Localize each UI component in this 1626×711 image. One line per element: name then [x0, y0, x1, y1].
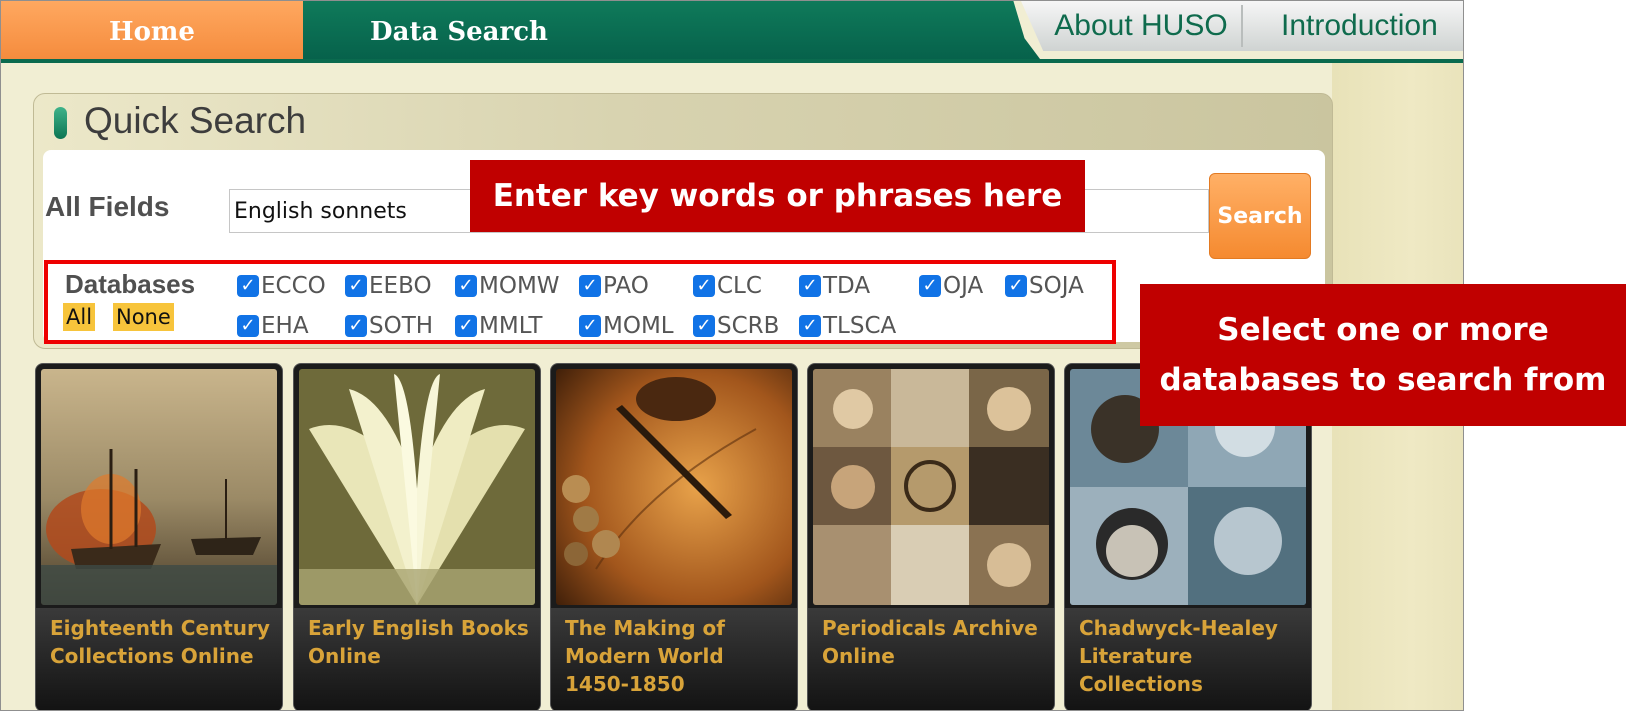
- collection-card-momw[interactable]: The Making of Modern World 1450-1850: [550, 363, 798, 710]
- db-checkbox-soja[interactable]: ✓ SOJA: [1005, 273, 1084, 299]
- db-label-ecco: ECCO: [261, 273, 326, 299]
- checkbox-checked-icon: ✓: [799, 315, 821, 337]
- callout-select-databases: Select one or more databases to search f…: [1140, 284, 1626, 426]
- db-checkbox-soth[interactable]: ✓ SOTH: [345, 313, 433, 339]
- checkbox-checked-icon: ✓: [345, 315, 367, 337]
- nav-tab-about[interactable]: About HUSO: [1041, 1, 1241, 51]
- db-checkbox-eha[interactable]: ✓ EHA: [237, 313, 309, 339]
- search-button[interactable]: Search: [1209, 173, 1311, 259]
- checkbox-checked-icon: ✓: [345, 275, 367, 297]
- panel-marker-icon: [54, 107, 67, 139]
- collection-card-ecco[interactable]: Eighteenth Century Collections Online: [35, 363, 283, 710]
- db-label-scrb: SCRB: [717, 313, 780, 339]
- db-label-moml: MOML: [603, 313, 674, 339]
- checkbox-checked-icon: ✓: [799, 275, 821, 297]
- db-label-soja: SOJA: [1029, 273, 1084, 299]
- nav-tab-data-search[interactable]: Data Search: [303, 1, 615, 63]
- collection-title: Early English Books Online: [308, 616, 529, 668]
- collection-title: Eighteenth Century Collections Online: [50, 616, 270, 668]
- db-checkbox-oja[interactable]: ✓ OJA: [919, 273, 983, 299]
- db-label-soth: SOTH: [369, 313, 434, 339]
- db-checkbox-eebo[interactable]: ✓ EEBO: [345, 273, 432, 299]
- quick-search-title: Quick Search: [84, 100, 307, 141]
- checkbox-checked-icon: ✓: [693, 275, 715, 297]
- checkbox-checked-icon: ✓: [237, 275, 259, 297]
- collection-card-eebo[interactable]: Early English Books Online: [293, 363, 541, 710]
- db-label-eebo: EEBO: [369, 273, 432, 299]
- checkbox-checked-icon: ✓: [579, 275, 601, 297]
- portrait-collage-icon: [813, 369, 1049, 605]
- sailing-ships-painting-icon: [41, 369, 277, 605]
- all-fields-label: All Fields: [45, 191, 170, 222]
- db-checkbox-tda[interactable]: ✓ TDA: [799, 273, 870, 299]
- checkbox-checked-icon: ✓: [919, 275, 941, 297]
- collection-title: Periodicals Archive Online: [822, 616, 1038, 668]
- checkbox-checked-icon: ✓: [237, 315, 259, 337]
- db-checkbox-mmlt[interactable]: ✓ MMLT: [455, 313, 542, 339]
- databases-label: Databases: [65, 269, 196, 299]
- db-checkbox-moml[interactable]: ✓ MOML: [579, 313, 674, 339]
- nav-tab-home[interactable]: Home: [1, 1, 303, 63]
- db-label-momw: MOMW: [479, 273, 560, 299]
- collection-card-pao[interactable]: Periodicals Archive Online: [807, 363, 1055, 710]
- checkbox-checked-icon: ✓: [579, 315, 601, 337]
- db-label-tda: TDA: [823, 273, 871, 299]
- select-none-link[interactable]: None: [113, 303, 174, 331]
- callout-enter-keywords: Enter key words or phrases here: [470, 160, 1085, 232]
- db-checkbox-clc[interactable]: ✓ CLC: [693, 273, 762, 299]
- nav-tab-introduction[interactable]: Introduction: [1261, 1, 1463, 51]
- db-label-tlsca: TLSCA: [823, 313, 897, 339]
- db-checkbox-pao[interactable]: ✓ PAO: [579, 273, 649, 299]
- nav-divider: [1241, 5, 1243, 47]
- checkbox-checked-icon: ✓: [455, 315, 477, 337]
- collection-title: Chadwyck-Healey Literature Collections: [1079, 616, 1278, 696]
- collection-title: The Making of Modern World 1450-1850: [565, 616, 725, 696]
- checkbox-checked-icon: ✓: [1005, 275, 1027, 297]
- db-label-eha: EHA: [261, 313, 309, 339]
- db-label-pao: PAO: [603, 273, 649, 299]
- db-checkbox-scrb[interactable]: ✓ SCRB: [693, 313, 779, 339]
- quill-map-coins-photo-icon: [556, 369, 792, 605]
- nav-underline: [1, 59, 1463, 63]
- db-label-mmlt: MMLT: [479, 313, 543, 339]
- db-label-clc: CLC: [717, 273, 762, 299]
- checkbox-checked-icon: ✓: [455, 275, 477, 297]
- select-all-link[interactable]: All: [63, 303, 96, 331]
- db-checkbox-tlsca[interactable]: ✓ TLSCA: [799, 313, 896, 339]
- top-navigation: Home Data Search About HUSO Introduction: [1, 1, 1463, 63]
- db-checkbox-ecco[interactable]: ✓ ECCO: [237, 273, 326, 299]
- db-label-oja: OJA: [943, 273, 984, 299]
- open-book-photo-icon: [299, 369, 535, 605]
- db-checkbox-momw[interactable]: ✓ MOMW: [455, 273, 560, 299]
- checkbox-checked-icon: ✓: [693, 315, 715, 337]
